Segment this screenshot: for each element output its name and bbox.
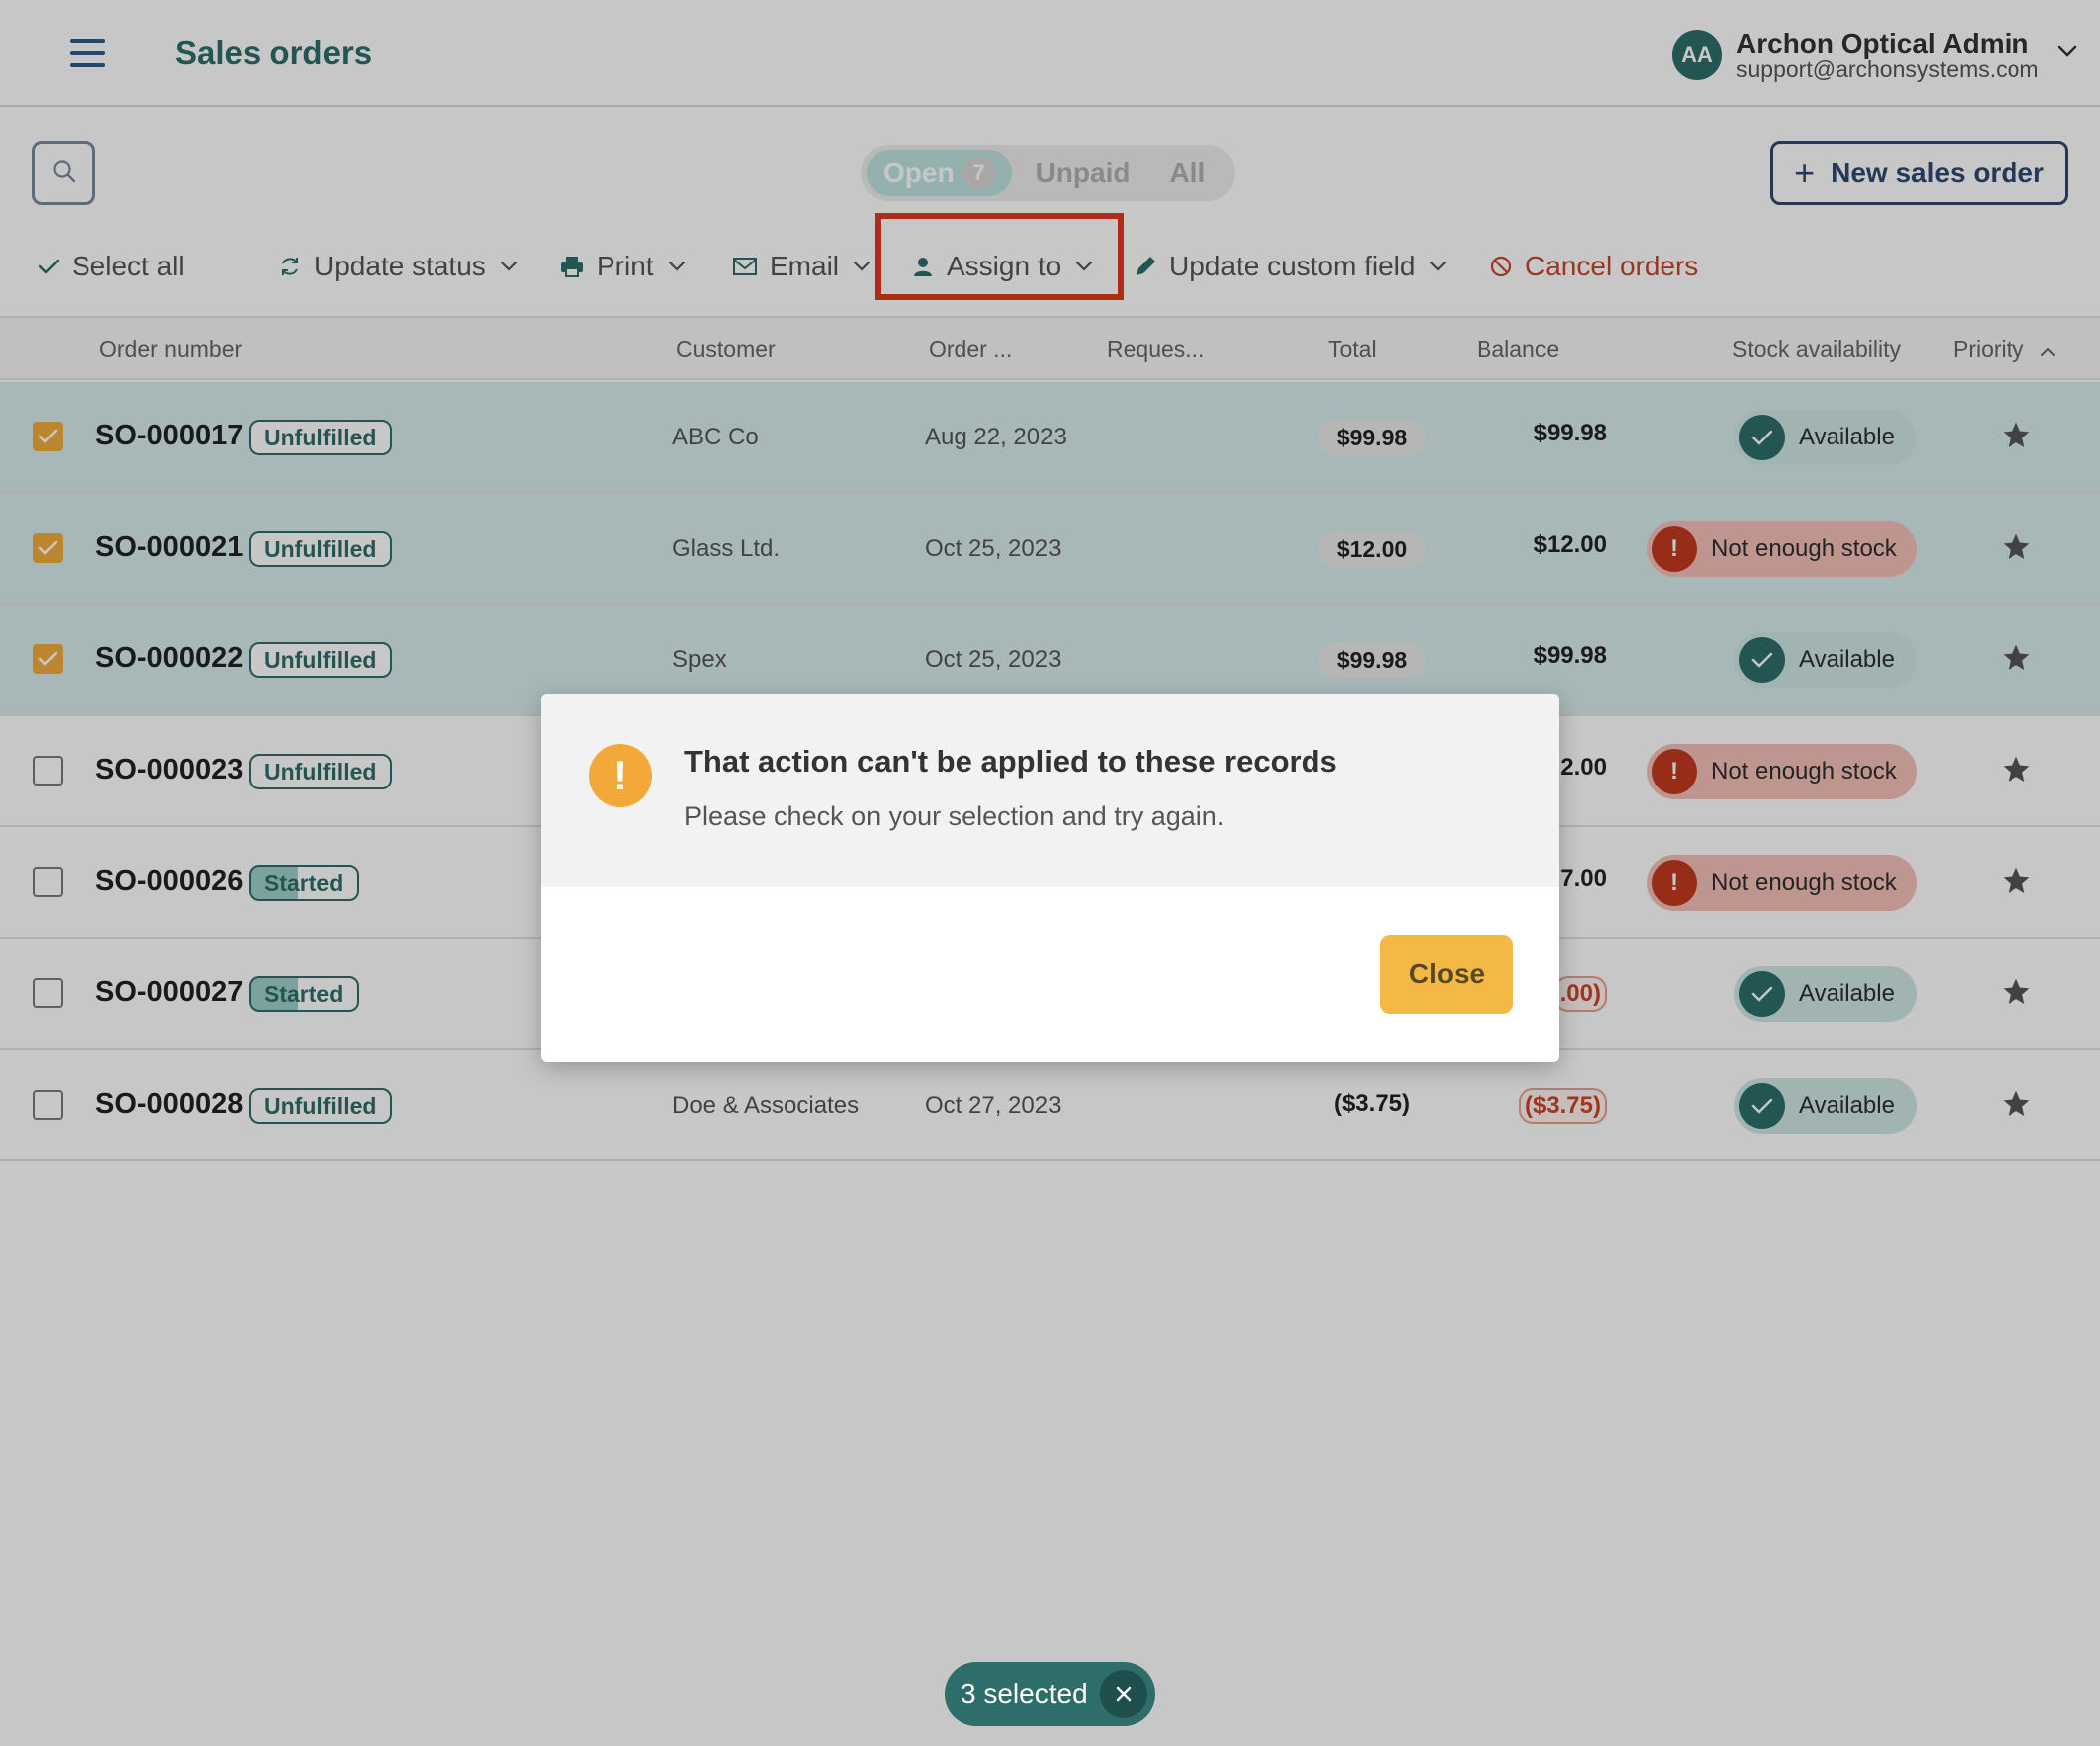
selection-count-label: 3 selected — [961, 1678, 1088, 1709]
clear-selection-button[interactable] — [1100, 1670, 1147, 1718]
dialog-message: Please check on your selection and try a… — [684, 801, 1225, 831]
dialog-title: That action can't be applied to these re… — [684, 744, 1337, 779]
close-button[interactable]: Close — [1380, 935, 1513, 1014]
warning-icon: ! — [589, 744, 652, 807]
dialog-body: ! That action can't be applied to these … — [541, 694, 1559, 887]
error-dialog: ! That action can't be applied to these … — [541, 694, 1559, 1062]
selection-count-chip: 3 selected — [945, 1662, 1155, 1726]
close-icon — [1116, 1686, 1132, 1702]
